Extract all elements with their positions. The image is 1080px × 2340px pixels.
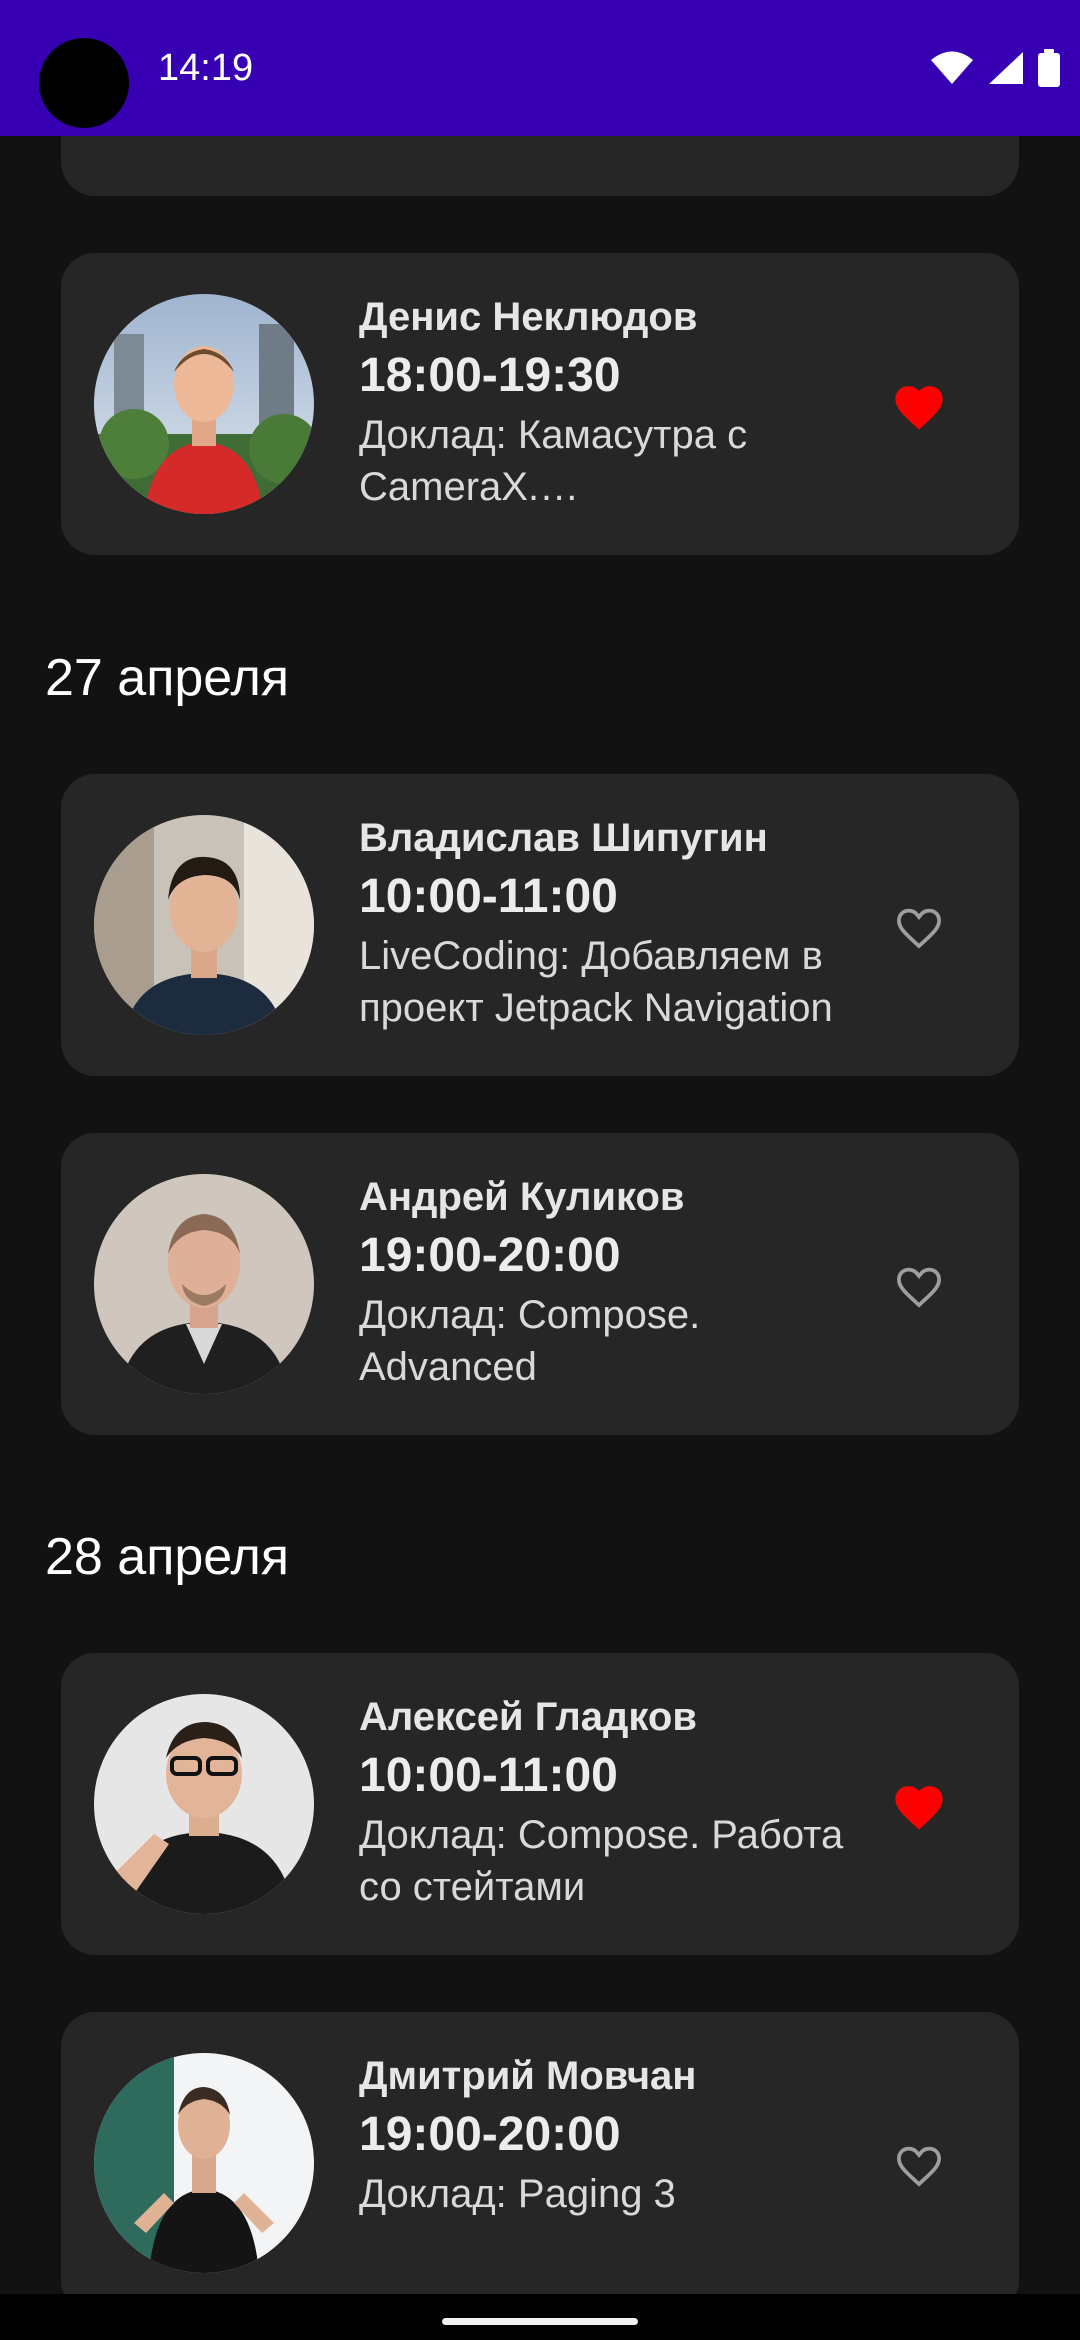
wifi-icon xyxy=(930,51,974,85)
speaker-name: Денис Неклюдов xyxy=(359,295,698,339)
talk-title: LiveCoding: Добавляем в проект Jetpack N… xyxy=(359,934,833,1030)
favorite-button[interactable] xyxy=(888,1774,950,1836)
speaker-avatar xyxy=(94,1174,314,1394)
status-bar: 14:19 xyxy=(0,0,1080,136)
session-time: 19:00-20:00 xyxy=(359,2108,621,2161)
speaker-avatar xyxy=(94,1694,314,1914)
heart-filled-icon xyxy=(895,1786,943,1830)
navigation-bar xyxy=(0,2294,1080,2340)
favorite-button[interactable] xyxy=(888,2133,950,2195)
session-info: Владислав Шипугин 10:00-11:00 LiveCoding… xyxy=(359,812,919,1034)
heart-filled-icon xyxy=(895,386,943,430)
session-card-partial[interactable] xyxy=(61,136,1019,196)
session-card[interactable]: Владислав Шипугин 10:00-11:00 LiveCoding… xyxy=(61,774,1019,1076)
heart-outline-icon xyxy=(897,2146,941,2187)
session-time: 10:00-11:00 xyxy=(359,870,618,923)
schedule-list[interactable]: Денис Неклюдов 18:00-19:30 Доклад: Камас… xyxy=(0,136,1080,2294)
session-time: 19:00-20:00 xyxy=(359,1229,621,1282)
speaker-name: Алексей Гладков xyxy=(359,1695,697,1739)
session-time: 18:00-19:30 xyxy=(359,349,621,402)
battery-icon xyxy=(1038,49,1060,87)
speaker-name: Владислав Шипугин xyxy=(359,816,768,860)
favorite-button[interactable] xyxy=(888,374,950,436)
session-card[interactable]: Андрей Куликов 19:00-20:00 Доклад: Compo… xyxy=(61,1133,1019,1435)
home-gesture-handle[interactable] xyxy=(442,2318,638,2325)
favorite-button[interactable] xyxy=(888,895,950,957)
status-clock: 14:19 xyxy=(158,47,254,89)
date-header: 28 апреля xyxy=(45,1528,289,1586)
heart-outline-icon xyxy=(897,1267,941,1308)
talk-title: Доклад: Paging 3 xyxy=(359,2172,676,2216)
session-info: Андрей Куликов 19:00-20:00 Доклад: Compo… xyxy=(359,1171,919,1393)
session-info: Денис Неклюдов 18:00-19:30 Доклад: Камас… xyxy=(359,291,919,513)
talk-title: Доклад: Камасутра с CameraX. Распознаван… xyxy=(359,413,748,509)
speaker-name: Дмитрий Мовчан xyxy=(359,2054,697,2098)
session-card[interactable]: Алексей Гладков 10:00-11:00 Доклад: Comp… xyxy=(61,1653,1019,1955)
session-card[interactable]: Дмитрий Мовчан 19:00-20:00 Доклад: Pagin… xyxy=(61,2012,1019,2294)
speaker-avatar xyxy=(94,294,314,514)
camera-cutout xyxy=(39,38,129,128)
speaker-name: Андрей Куликов xyxy=(359,1175,685,1219)
status-icons xyxy=(930,48,1060,88)
session-time: 10:00-11:00 xyxy=(359,1749,618,1802)
heart-outline-icon xyxy=(897,908,941,949)
favorite-button[interactable] xyxy=(888,1254,950,1316)
session-info: Алексей Гладков 10:00-11:00 Доклад: Comp… xyxy=(359,1691,919,1913)
speaker-avatar xyxy=(94,2053,314,2273)
date-header: 27 апреля xyxy=(45,649,289,707)
signal-icon xyxy=(988,51,1024,85)
talk-title: Доклад: Compose. Работа со стейтами xyxy=(359,1813,844,1909)
session-info: Дмитрий Мовчан 19:00-20:00 Доклад: Pagin… xyxy=(359,2050,919,2220)
speaker-avatar xyxy=(94,815,314,1035)
session-card[interactable]: Денис Неклюдов 18:00-19:30 Доклад: Камас… xyxy=(61,253,1019,555)
talk-title: Доклад: Compose. Advanced xyxy=(359,1293,701,1389)
